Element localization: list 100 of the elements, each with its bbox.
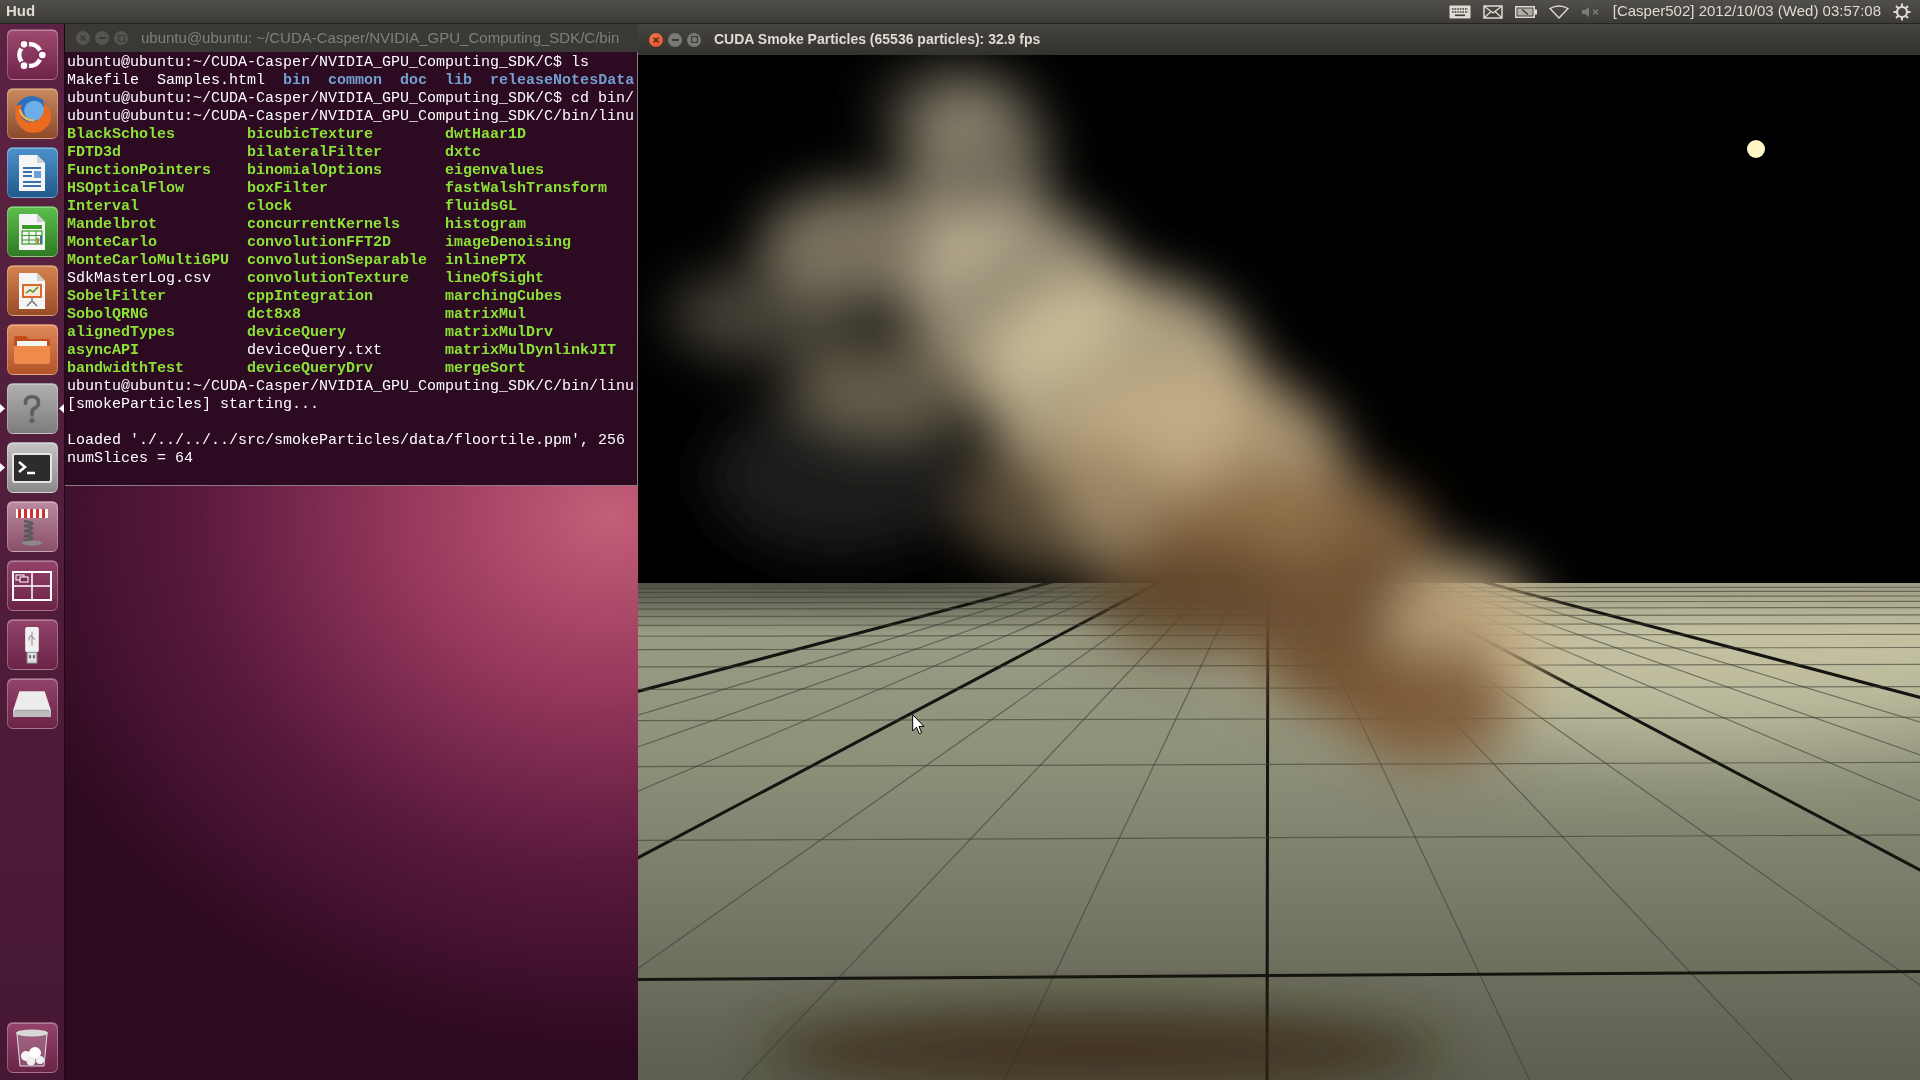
file-name: lineOfSight: [445, 270, 545, 287]
question-mark-icon: [23, 393, 41, 424]
terminal-line: ubuntu@ubuntu:~/CUDA-Casper/NVIDIA_GPU_Computing_SDK/C/bin/linu: [67, 378, 635, 395]
file-name: cppIntegration: [247, 288, 374, 305]
file-name: boxFilter: [247, 180, 329, 197]
close-icon: [653, 36, 659, 43]
window-title: ubuntu@ubuntu: ~/CUDA-Casper/NVIDIA_GPU_Computing_SDK/C/bin: [141, 27, 620, 48]
file-name: binomialOptions: [247, 162, 383, 179]
file-name: Samples.html: [157, 72, 266, 90]
maximize-icon: [690, 36, 698, 43]
file-name: matrixMulDrv: [445, 324, 554, 341]
mail-icon[interactable]: [1482, 4, 1503, 19]
file-name: mergeSort: [445, 360, 527, 377]
terminal-line: Loaded './../../../src/smokeParticles/data/floortile.ppm', 256: [67, 432, 626, 449]
terminal-line: ubuntu@ubuntu:~/CUDA-Casper/NVIDIA_GPU_Computing_SDK/C$ cd bin/: [67, 90, 635, 107]
ring-logo-icon: [16, 38, 48, 71]
file-name: marchingCubes: [445, 288, 563, 305]
terminal-line: ubuntu@ubuntu:~/CUDA-Casper/NVIDIA_GPU_Computing_SDK/C/bin/linu: [67, 108, 635, 125]
launcher-item[interactable]: [6, 1022, 58, 1073]
app-name-label: Hud: [5, 1, 36, 22]
folder-icon: [13, 334, 51, 365]
battery-icon[interactable]: [1514, 5, 1537, 18]
file-name: asyncAPI: [67, 342, 139, 359]
terminal-line: [smokeParticles] starting...: [67, 396, 320, 413]
launcher-item[interactable]: [6, 88, 58, 139]
maximize-icon: [117, 34, 125, 42]
file-name: fastWalshTransform: [445, 180, 608, 197]
file-name: bandwidthTest: [67, 360, 185, 377]
file-name: Mandelbrot: [67, 216, 157, 233]
keyboard-icon[interactable]: [1448, 4, 1471, 19]
folder-name: lib: [445, 72, 473, 90]
file-name: matrixMul: [445, 306, 527, 323]
file-name: MonteCarlo: [67, 234, 157, 251]
file-name: SdkMasterLog.csv: [67, 270, 212, 287]
clock-label[interactable]: [Casper502] 2012/10/03 (Wed) 03:57:08: [1612, 0, 1881, 23]
file-name: imageDenoising: [445, 234, 572, 251]
file-name: deviceQuery: [247, 324, 347, 341]
wifi-icon[interactable]: [1548, 4, 1569, 19]
file-name: HSOpticalFlow: [67, 180, 185, 197]
launcher-item[interactable]: [6, 619, 58, 670]
launcher-item[interactable]: [6, 442, 58, 493]
mouse-pointer-icon: [912, 714, 925, 735]
launcher-item[interactable]: [6, 265, 58, 316]
file-name: convolutionTexture: [247, 270, 410, 287]
file-name: histogram: [445, 216, 527, 233]
file-name: dxtc: [445, 144, 482, 161]
file-name: bilateralFilter: [247, 144, 383, 161]
globe-icon: [12, 93, 52, 134]
file-name: convolutionFFT2D: [247, 234, 392, 251]
file-name: deviceQuery.txt: [247, 342, 383, 359]
file-name: dct8x8: [247, 306, 302, 323]
spreadsheet-icon: [18, 212, 46, 251]
close-button[interactable]: [649, 32, 663, 47]
folder-name: bin: [283, 72, 311, 90]
window-title: CUDA Smoke Particles (65536 particles): 32.9 fps: [714, 30, 1041, 49]
file-name: SobolQRNG: [67, 306, 148, 323]
folder-name: common: [328, 72, 383, 90]
light-source-icon: [1747, 140, 1765, 158]
file-name: fluidsGL: [445, 198, 518, 215]
file-name: bicubicTexture: [247, 126, 374, 143]
file-name: deviceQueryDrv: [247, 360, 374, 377]
file-name: eigenvalues: [445, 162, 545, 179]
launcher-item[interactable]: [6, 147, 58, 198]
folder-name: releaseNotesData: [490, 72, 635, 90]
spring-icon: [14, 507, 50, 546]
launcher-item[interactable]: [6, 501, 58, 552]
file-name: Makefile: [67, 72, 139, 90]
terminal-icon: [12, 452, 52, 483]
file-name: dwtHaar1D: [445, 126, 527, 143]
file-name: Interval: [67, 198, 139, 215]
close-icon: [80, 35, 86, 41]
file-name: MonteCarloMultiGPU: [67, 252, 230, 269]
minimize-button[interactable]: [668, 32, 682, 47]
launcher-item[interactable]: [6, 560, 58, 611]
maximize-button[interactable]: [687, 32, 701, 47]
launcher-item[interactable]: [6, 678, 58, 729]
file-name: clock: [247, 198, 293, 215]
presentation-icon: [18, 271, 46, 310]
document-icon: [18, 153, 46, 192]
file-name: SobelFilter: [67, 288, 167, 305]
file-name: convolutionSeparable: [247, 252, 428, 269]
workspace-grid-icon: [12, 570, 52, 601]
file-name: FunctionPointers: [67, 162, 212, 179]
launcher-item[interactable]: [6, 29, 58, 80]
launcher-item[interactable]: [6, 324, 58, 375]
trash-icon: [15, 1028, 49, 1067]
terminal-line: numSlices = 64: [67, 450, 194, 467]
file-name: matrixMulDynlinkJIT: [445, 342, 617, 359]
file-name: inlinePTX: [445, 252, 527, 269]
file-name: BlackScholes: [67, 126, 176, 143]
gear-icon[interactable]: [1893, 2, 1911, 21]
speaker-muted-icon[interactable]: [1580, 5, 1601, 18]
usb-drive-icon: [23, 625, 41, 664]
file-name: alignedTypes: [67, 324, 176, 341]
launcher-item[interactable]: [6, 383, 58, 434]
terminal-line: ubuntu@ubuntu:~/CUDA-Casper/NVIDIA_GPU_Computing_SDK/C$ ls: [67, 54, 590, 71]
file-name: FDTD3d: [67, 144, 121, 161]
minimize-icon: [671, 38, 679, 41]
launcher-item[interactable]: [6, 206, 58, 257]
file-name: concurrentKernels: [247, 216, 401, 233]
